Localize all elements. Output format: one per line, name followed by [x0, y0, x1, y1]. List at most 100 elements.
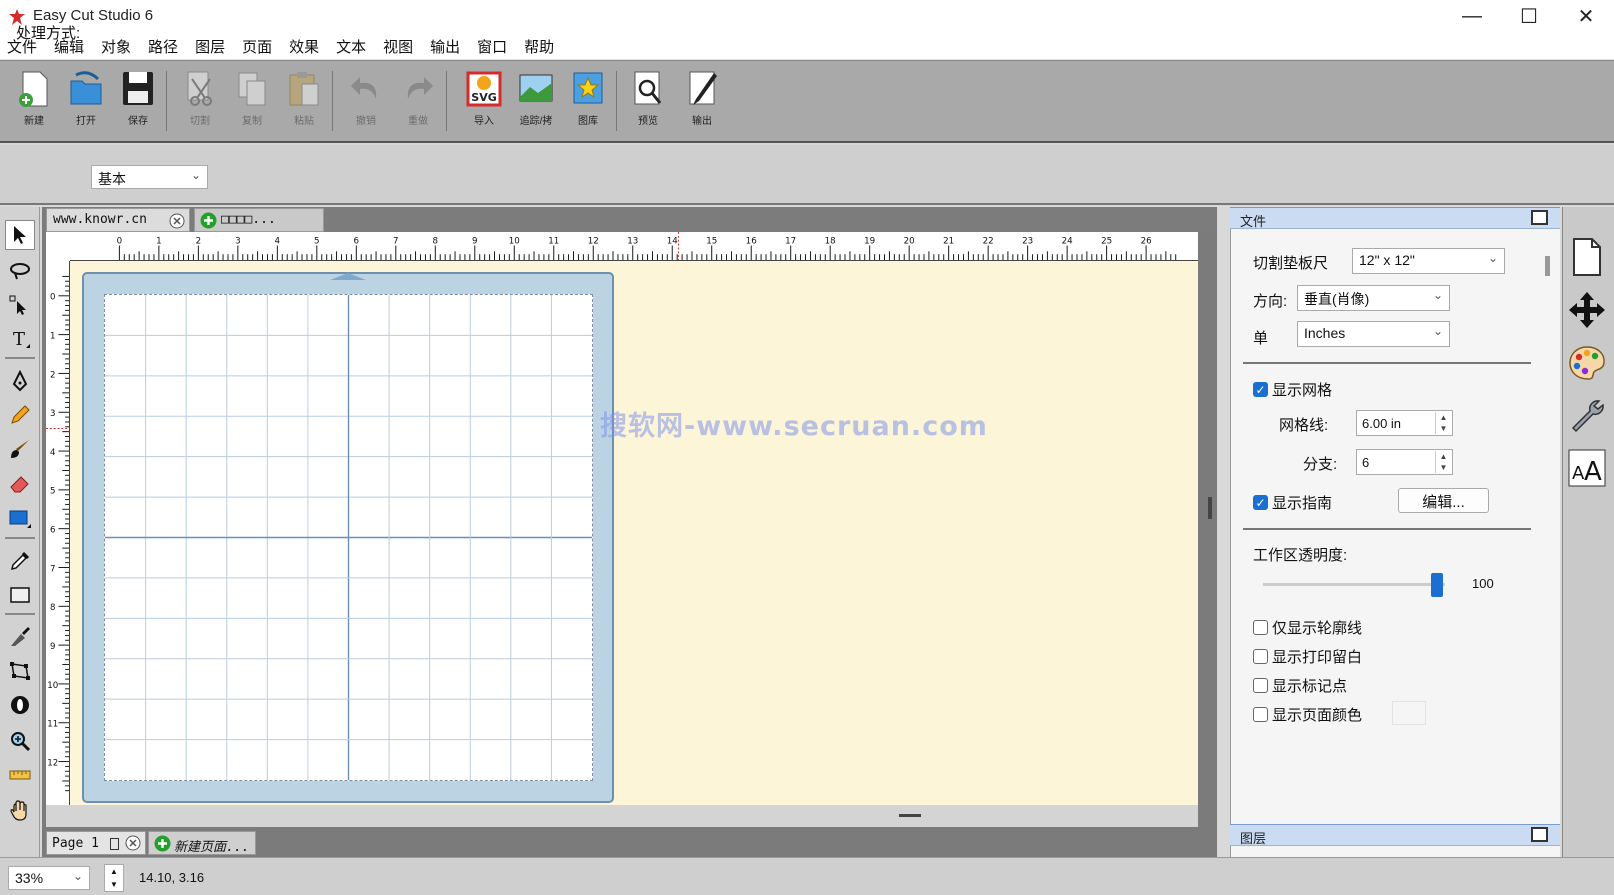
pen-tool[interactable]	[5, 366, 35, 396]
menu-effect[interactable]: 效果	[289, 36, 319, 57]
new-label: 新建	[24, 116, 44, 127]
select-tool[interactable]	[5, 220, 35, 250]
menu-window[interactable]: 窗口	[477, 36, 507, 57]
opacity-slider-thumb[interactable]	[1431, 573, 1443, 597]
menu-text[interactable]: 文本	[336, 36, 366, 57]
panel-maximize-icon[interactable]	[1531, 210, 1548, 225]
library-button[interactable]: 图库	[564, 69, 612, 135]
document-tab-new[interactable]: □□□□...	[194, 208, 324, 232]
menu-object[interactable]: 对象	[101, 36, 131, 57]
zoom-select[interactable]: 33% ⌄	[8, 866, 90, 890]
subdivision-spinner[interactable]: 6 ▲ ▼	[1356, 449, 1453, 475]
menu-view[interactable]: 视图	[383, 36, 413, 57]
v-ruler-label: 8	[50, 603, 55, 613]
menu-page[interactable]: 页面	[242, 36, 272, 57]
orientation-select[interactable]: 垂直(肖像) ⌄	[1297, 285, 1450, 311]
show-grid-checkbox[interactable]: ✓ 显示网格	[1253, 379, 1332, 400]
eraser-tool[interactable]	[5, 468, 35, 498]
document-tab-active[interactable]: www.knowr.cn	[46, 208, 190, 232]
scroll-grip[interactable]	[899, 814, 921, 817]
undo-button[interactable]: 撤销	[342, 69, 390, 135]
maximize-button[interactable]: ☐	[1500, 0, 1558, 33]
new-button[interactable]: 新建	[10, 69, 58, 135]
mat-size-select[interactable]: 12" x 12" ⌄	[1352, 248, 1505, 274]
layers-panel-header: 图层	[1230, 824, 1560, 846]
color-panel-tab[interactable]	[1566, 342, 1608, 384]
close-page-icon[interactable]	[125, 835, 141, 851]
transform-panel-tab[interactable]	[1566, 289, 1608, 331]
cursor-coordinates: 14.10, 3.16	[139, 870, 205, 885]
document-settings-tab[interactable]	[1566, 236, 1608, 278]
menu-help[interactable]: 帮助	[524, 36, 554, 57]
h-ruler-label: 22	[983, 237, 994, 247]
close-button[interactable]: ✕	[1557, 0, 1614, 33]
gridline-spinner[interactable]: 6.00 in ▲ ▼	[1356, 410, 1453, 436]
eyedropper-tool[interactable]	[5, 546, 35, 576]
lasso-tool[interactable]	[5, 256, 35, 286]
pencil-tool[interactable]	[5, 400, 35, 430]
trace-button[interactable]: 追踪/拷	[512, 69, 560, 135]
node-edit-tool[interactable]	[5, 290, 35, 320]
weld-tool[interactable]	[5, 690, 35, 720]
save-button[interactable]: 保存	[114, 69, 162, 135]
open-button[interactable]: 打开	[62, 69, 110, 135]
text-tool[interactable]: T	[5, 324, 35, 354]
measure-tool[interactable]	[5, 760, 35, 790]
zoom-stepper[interactable]: ▲ ▼	[104, 864, 124, 892]
spinner-arrows-icon[interactable]: ▲ ▼	[1435, 412, 1451, 434]
v-ruler-label: 9	[50, 642, 55, 652]
knife-tool[interactable]	[5, 622, 35, 652]
new-page-tab[interactable]: 新建页面...	[148, 831, 256, 855]
transform-icon	[10, 662, 30, 680]
show-guides-checkbox[interactable]: ✓ 显示指南	[1253, 492, 1332, 513]
paste-button[interactable]: 粘贴	[280, 69, 328, 135]
copy-button[interactable]: 复制	[228, 69, 276, 135]
menu-path[interactable]: 路径	[148, 36, 178, 57]
section-divider	[1243, 362, 1531, 364]
tools-settings-tab[interactable]	[1566, 395, 1608, 437]
close-tab-icon[interactable]	[169, 213, 185, 229]
shape-tool[interactable]	[5, 504, 35, 534]
panel-scrollbar[interactable]	[1545, 256, 1550, 276]
unit-select[interactable]: Inches ⌄	[1297, 321, 1450, 347]
outline-only-checkbox[interactable]: 仅显示轮廓线	[1253, 617, 1362, 638]
page-color-swatch[interactable]	[1392, 701, 1426, 725]
splitter-grip[interactable]	[1208, 497, 1212, 519]
check-icon: ✓	[1253, 382, 1268, 397]
menu-layer[interactable]: 图层	[195, 36, 225, 57]
cut-button[interactable]: 切割	[176, 69, 224, 135]
menu-bar: 文件 编辑 对象 路径 图层 页面 效果 文本 视图 输出 窗口 帮助	[0, 33, 1614, 60]
page-color-checkbox[interactable]: 显示页面颜色	[1253, 704, 1362, 725]
check-icon: ✓	[1253, 495, 1268, 510]
checkbox-box	[1253, 678, 1268, 693]
page-tab[interactable]: Page 1	[46, 831, 146, 855]
horizontal-ruler[interactable]: 0 1 2 3 4 5 6 7 8 9 10 11 12 13 14 15 16 17 18 19 20 21 22 23 24…	[70, 232, 1198, 261]
import-button[interactable]: SVG 导入	[460, 69, 508, 135]
transform-tool[interactable]	[5, 656, 35, 686]
arrow-pointer-icon	[14, 226, 26, 244]
show-grid-label: 显示网格	[1272, 382, 1333, 399]
redo-button[interactable]: 重做	[394, 69, 442, 135]
menu-output[interactable]: 输出	[430, 36, 460, 57]
spinner-arrows-icon[interactable]: ▲ ▼	[1435, 451, 1451, 473]
horizontal-scrollbar[interactable]	[46, 805, 1198, 827]
print-margin-checkbox[interactable]: 显示打印留白	[1253, 646, 1362, 667]
opacity-value: 100	[1472, 576, 1494, 591]
show-marks-checkbox[interactable]: 显示标记点	[1253, 675, 1347, 696]
opacity-slider-track[interactable]	[1263, 583, 1445, 586]
panel-maximize-icon[interactable]	[1531, 827, 1548, 842]
minimize-button[interactable]: —	[1443, 0, 1501, 33]
page-tab-label: Page 1	[52, 836, 99, 851]
preview-button[interactable]: 预览	[624, 69, 672, 135]
grid-page[interactable]	[104, 294, 593, 781]
save-label: 保存	[128, 116, 148, 127]
output-button[interactable]: 输出	[678, 69, 726, 135]
vertical-ruler[interactable]: 0123456789101112	[46, 261, 70, 805]
text-panel-tab[interactable]: AA	[1566, 447, 1608, 489]
gradient-tool[interactable]	[5, 580, 35, 610]
zoom-tool[interactable]	[5, 726, 35, 756]
mode-select[interactable]: 基本 ⌄	[91, 165, 208, 189]
edit-guides-button[interactable]: 编辑...	[1398, 488, 1489, 513]
pan-tool[interactable]	[5, 796, 35, 826]
brush-tool[interactable]	[5, 434, 35, 464]
